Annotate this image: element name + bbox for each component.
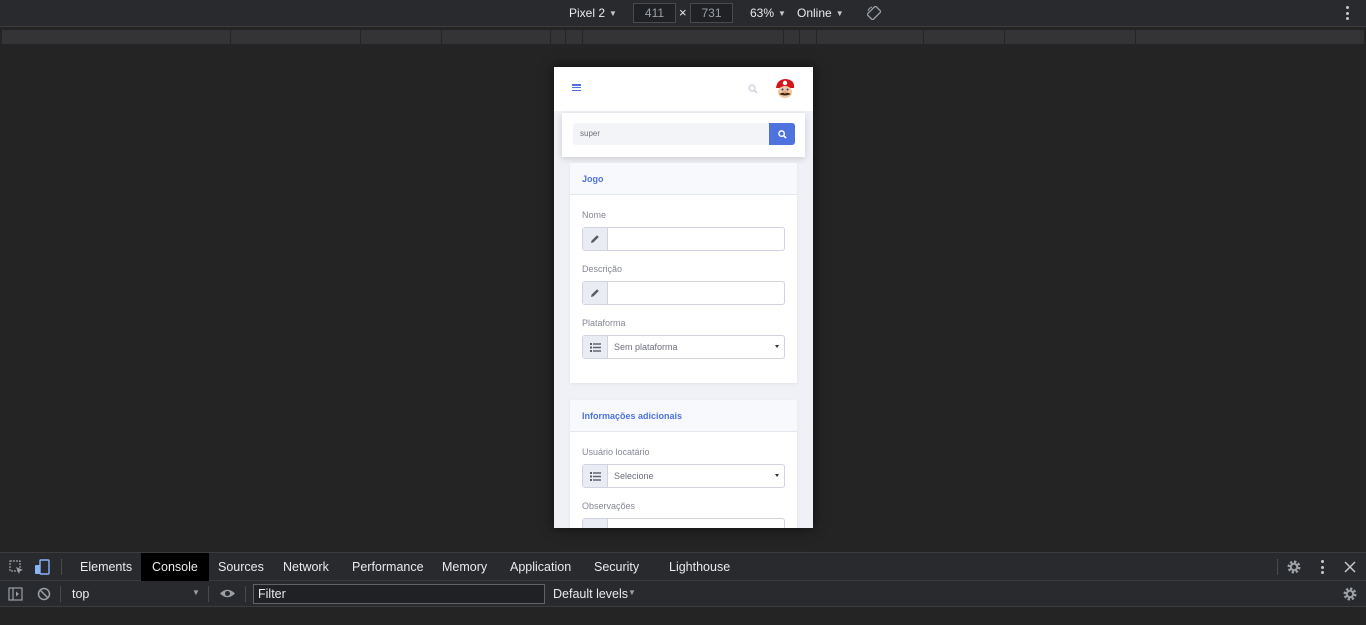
notes-label: Observações <box>582 501 636 511</box>
pencil-icon <box>583 519 608 528</box>
platform-select[interactable]: Sem plataforma <box>582 335 785 359</box>
sidebar-toggle-icon[interactable] <box>8 587 23 601</box>
avatar[interactable] <box>773 77 797 101</box>
tab-console[interactable]: Console <box>141 553 209 581</box>
device-name: Pixel 2 <box>569 6 606 20</box>
console-toolbar: top ▼ Filter Default levels ▼ <box>0 581 1366 607</box>
levels-select[interactable]: Default levels <box>553 587 628 601</box>
game-card: Jogo Nome Descrição Plataforma Sem plata… <box>570 163 797 383</box>
device-viewport: super Jogo Nome Descrição Plataforma Sem… <box>554 67 813 528</box>
caret-down-icon: ▼ <box>628 588 636 597</box>
zoom-select[interactable]: 63% ▼ <box>750 6 786 20</box>
tab-sources[interactable]: Sources <box>207 553 275 581</box>
console-settings-icon[interactable] <box>1342 586 1358 602</box>
eye-icon[interactable] <box>219 588 236 599</box>
list-icon <box>583 465 608 487</box>
caret-down-icon: ▼ <box>192 588 200 597</box>
tab-elements[interactable]: Elements <box>69 553 143 581</box>
more-options-icon[interactable] <box>1343 5 1351 21</box>
caret-down-icon <box>775 345 779 348</box>
caret-down-icon: ▼ <box>835 8 844 18</box>
device-toggle-icon[interactable] <box>34 559 50 575</box>
more-options-icon[interactable] <box>1318 559 1326 575</box>
menu-icon[interactable] <box>572 84 581 91</box>
pencil-icon <box>583 228 608 250</box>
caret-down-icon <box>775 474 779 477</box>
close-icon[interactable] <box>1344 561 1356 573</box>
tab-memory[interactable]: Memory <box>431 553 498 581</box>
extra-info-card: Informações adicionais Usuário locatário… <box>570 400 797 528</box>
filter-input[interactable]: Filter <box>253 584 545 604</box>
search-button[interactable] <box>769 123 795 145</box>
device-select[interactable]: Pixel 2 ▼ <box>569 6 617 20</box>
name-field[interactable] <box>582 227 785 251</box>
list-icon <box>583 336 608 358</box>
tab-application[interactable]: Application <box>499 553 582 581</box>
tab-performance[interactable]: Performance <box>341 553 435 581</box>
platform-label: Plataforma <box>582 318 626 328</box>
description-field[interactable] <box>582 281 785 305</box>
tab-lighthouse[interactable]: Lighthouse <box>658 553 741 581</box>
pencil-icon <box>583 282 608 304</box>
height-input[interactable]: 731 <box>690 3 733 23</box>
app-topbar <box>554 67 813 111</box>
description-label: Descrição <box>582 264 623 274</box>
rotate-icon[interactable] <box>867 6 881 20</box>
context-select[interactable]: top <box>72 587 89 601</box>
inspect-icon[interactable] <box>9 560 24 575</box>
width-input[interactable]: 411 <box>633 3 676 23</box>
device-toolbar: Pixel 2 ▼ 411 × 731 63% ▼ Online ▼ <box>0 0 1366 27</box>
platform-selected: Sem plataforma <box>614 342 678 352</box>
search-input[interactable]: super <box>573 123 770 145</box>
user-label: Usuário locatário <box>582 447 650 457</box>
devtools-tabbar: Elements Console Sources Network Perform… <box>0 553 1366 581</box>
times-icon: × <box>679 5 687 20</box>
search-icon <box>777 129 787 139</box>
card-title: Jogo <box>570 163 797 195</box>
card-title: Informações adicionais <box>570 400 797 432</box>
user-select[interactable]: Selecione <box>582 464 785 488</box>
search-icon[interactable] <box>748 84 758 94</box>
caret-down-icon: ▼ <box>778 8 786 18</box>
gear-icon[interactable] <box>1286 559 1302 575</box>
notes-field[interactable] <box>582 518 785 528</box>
devtools-panel: Elements Console Sources Network Perform… <box>0 552 1366 625</box>
search-dropdown: super <box>562 113 805 157</box>
user-selected: Selecione <box>614 471 654 481</box>
name-label: Nome <box>582 210 607 220</box>
throttle-select[interactable]: Online ▼ <box>797 6 844 20</box>
media-query-bar <box>2 30 1364 44</box>
clear-console-icon[interactable] <box>37 587 51 601</box>
tab-network[interactable]: Network <box>272 553 340 581</box>
caret-down-icon: ▼ <box>609 8 617 18</box>
network-value: Online <box>797 6 832 20</box>
zoom-value: 63% <box>750 6 775 20</box>
tab-security[interactable]: Security <box>583 553 650 581</box>
